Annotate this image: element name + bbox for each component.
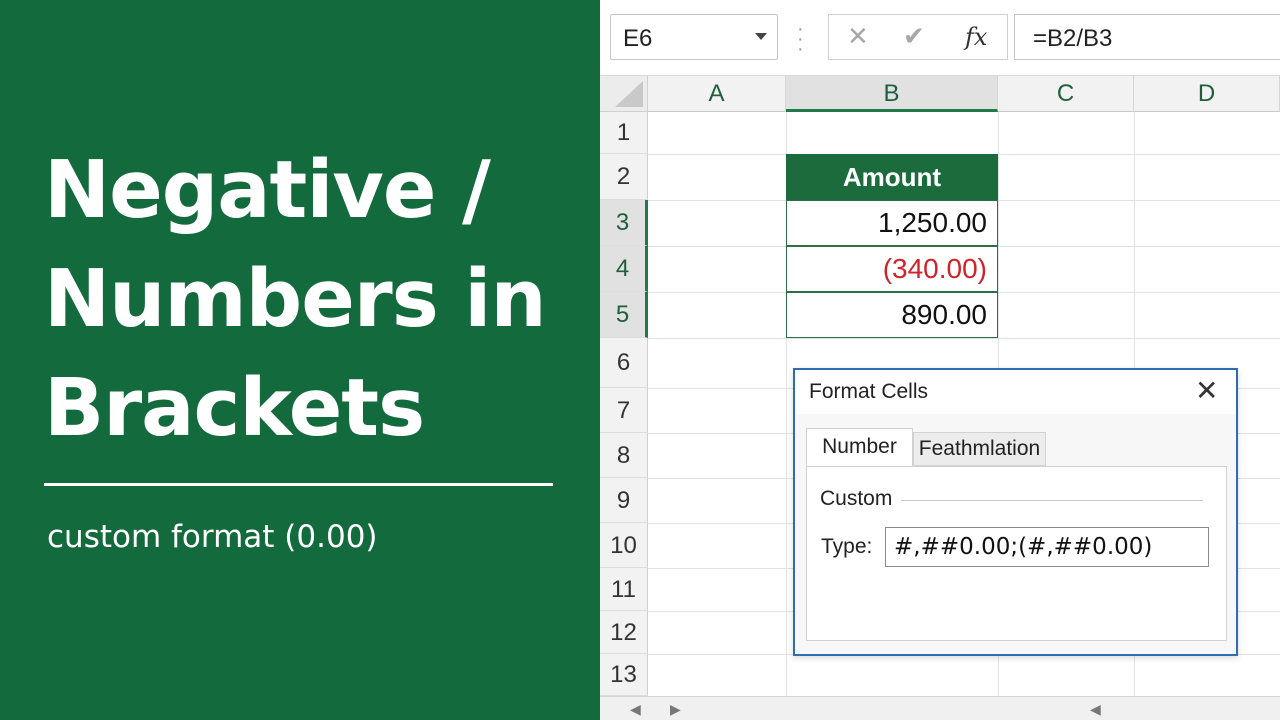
horizontal-scrollbar[interactable]: ◀ ▶ ◀ bbox=[600, 696, 1280, 720]
name-box-value: E6 bbox=[623, 25, 653, 52]
formula-bar: E6 · · · ✕ ✔ fx =B2/B3 bbox=[600, 0, 1280, 76]
row-header-9[interactable]: 9 bbox=[600, 478, 648, 523]
row-header-2[interactable]: 2 bbox=[600, 154, 648, 200]
row-header-11[interactable]: 11 bbox=[600, 568, 648, 611]
formula-text: =B2/B3 bbox=[1033, 25, 1113, 52]
number-tab-panel: Custom Type: #,##0.00;(#,##0.00) bbox=[806, 466, 1227, 641]
insert-function-icon[interactable]: fx bbox=[965, 23, 987, 51]
scroll-right-icon[interactable]: ▶ bbox=[670, 701, 681, 718]
tab-number[interactable]: Number bbox=[806, 428, 913, 468]
column-header-d[interactable]: D bbox=[1134, 76, 1280, 112]
column-header-a[interactable]: A bbox=[648, 76, 786, 112]
close-icon[interactable]: ✕ bbox=[1195, 376, 1218, 406]
amount-cell-b3[interactable]: 1,250.00 bbox=[786, 200, 998, 246]
row-header-12[interactable]: 12 bbox=[600, 611, 648, 654]
category-label: Custom bbox=[820, 487, 893, 510]
amount-cell-b4[interactable]: (340.00) bbox=[786, 246, 998, 292]
row-header-3[interactable]: 3 bbox=[600, 200, 648, 246]
dialog-titlebar[interactable]: Format Cells ✕ bbox=[795, 370, 1236, 414]
amount-cell-b5[interactable]: 890.00 bbox=[786, 292, 998, 338]
gridline bbox=[648, 338, 1280, 339]
row-header-1[interactable]: 1 bbox=[600, 112, 648, 154]
category-divider bbox=[901, 500, 1203, 501]
cancel-icon[interactable]: ✕ bbox=[847, 21, 869, 52]
select-all-button[interactable] bbox=[600, 76, 648, 112]
formula-input[interactable]: =B2/B3 bbox=[1014, 14, 1280, 60]
dialog-title: Format Cells bbox=[809, 380, 929, 403]
format-cells-dialog: Format Cells ✕ Number Feathmlation Custo… bbox=[793, 368, 1238, 656]
title-line-3: Brackets bbox=[44, 362, 425, 454]
enter-icon[interactable]: ✔ bbox=[903, 21, 925, 52]
row-header-8[interactable]: 8 bbox=[600, 433, 648, 478]
row-header-13[interactable]: 13 bbox=[600, 654, 648, 696]
select-all-icon bbox=[615, 81, 643, 107]
page-title: Negative / Numbers in Brackets bbox=[44, 136, 584, 463]
formula-actions: ✕ ✔ fx bbox=[828, 14, 1008, 60]
drag-handle-icon[interactable]: · · · bbox=[797, 19, 804, 59]
type-format-input[interactable]: #,##0.00;(#,##0.00) bbox=[885, 527, 1209, 567]
row-header-5[interactable]: 5 bbox=[600, 292, 648, 338]
column-header-b[interactable]: B bbox=[786, 76, 998, 112]
title-divider bbox=[44, 483, 553, 486]
amount-header-cell[interactable]: Amount bbox=[786, 154, 998, 200]
row-header-10[interactable]: 10 bbox=[600, 523, 648, 568]
row-header-7[interactable]: 7 bbox=[600, 388, 648, 433]
type-format-value: #,##0.00;(#,##0.00) bbox=[894, 534, 1153, 560]
type-label: Type: bbox=[821, 535, 873, 558]
scroll-back-icon[interactable]: ◀ bbox=[1090, 701, 1101, 718]
chevron-down-icon[interactable] bbox=[755, 33, 767, 40]
title-panel: Negative / Numbers in Brackets custom fo… bbox=[0, 0, 600, 720]
title-line-1: Negative / bbox=[44, 144, 491, 236]
title-line-2: Numbers in bbox=[44, 253, 547, 345]
tab-feathmlation[interactable]: Feathmlation bbox=[913, 432, 1046, 466]
subtitle: custom format (0.00) bbox=[47, 519, 378, 555]
name-box[interactable]: E6 bbox=[610, 14, 778, 60]
column-header-c[interactable]: C bbox=[998, 76, 1134, 112]
row-header-6[interactable]: 6 bbox=[600, 338, 648, 388]
row-header-4[interactable]: 4 bbox=[600, 246, 648, 292]
scroll-left-icon[interactable]: ◀ bbox=[630, 701, 641, 718]
